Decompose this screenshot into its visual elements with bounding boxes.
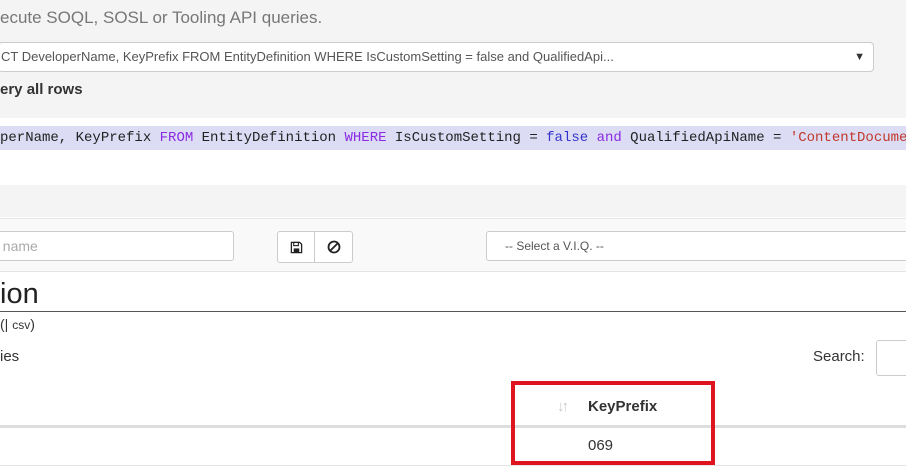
save-query-button[interactable]	[277, 231, 315, 263]
entries-label: ies	[0, 348, 20, 365]
floppy-disk-icon	[290, 241, 302, 253]
table-header-border	[0, 425, 906, 428]
title-divider	[0, 311, 906, 312]
viq-select[interactable]: -- Select a V.I.Q. --	[486, 231, 906, 261]
saved-query-value: CT DeveloperName, KeyPrefix FROM EntityD…	[1, 49, 614, 64]
editor-token-plain: perName, KeyPrefix	[0, 130, 160, 146]
search-label: Search:	[813, 348, 865, 365]
editor-token-plain: QualifiedApiName =	[621, 130, 790, 146]
export-separator: |	[4, 316, 9, 332]
editor-token-kwb: false	[546, 130, 589, 146]
editor-footer	[0, 185, 906, 217]
export-close-paren: )	[30, 316, 35, 332]
editor-token-plain: IsCustomSetting =	[386, 130, 547, 146]
sort-arrows-icon[interactable]: ↓↑	[557, 398, 569, 415]
query-button-group	[277, 231, 353, 263]
result-title: ion	[0, 278, 39, 310]
soql-editor-line[interactable]: perName, KeyPrefix FROM EntityDefinition…	[0, 126, 906, 150]
editor-token-kw: and	[596, 130, 622, 146]
saved-query-select[interactable]: CT DeveloperName, KeyPrefix FROM EntityD…	[0, 42, 874, 72]
export-links: (| csv)	[0, 316, 35, 332]
query-all-rows-label[interactable]: ery all rows	[0, 81, 83, 98]
clear-query-button[interactable]	[315, 231, 353, 263]
table-row-border	[0, 465, 906, 466]
editor-token-str: 'ContentDocument'	[789, 130, 906, 146]
search-input[interactable]	[876, 340, 906, 376]
editor-token-plain	[588, 130, 596, 146]
query-name-input[interactable]	[0, 231, 234, 261]
caret-down-icon: ▼	[854, 51, 865, 63]
column-header-keyprefix[interactable]: KeyPrefix	[588, 398, 657, 415]
ban-icon	[327, 240, 340, 254]
page-subtitle: ecute SOQL, SOSL or Tooling API queries.	[0, 8, 323, 27]
editor-token-plain: EntityDefinition	[193, 130, 345, 146]
editor-token-kw: WHERE	[344, 130, 387, 146]
editor-token-kw: FROM	[159, 130, 194, 146]
export-csv-link[interactable]: csv	[12, 318, 30, 332]
table-cell-keyprefix: 069	[588, 437, 614, 454]
